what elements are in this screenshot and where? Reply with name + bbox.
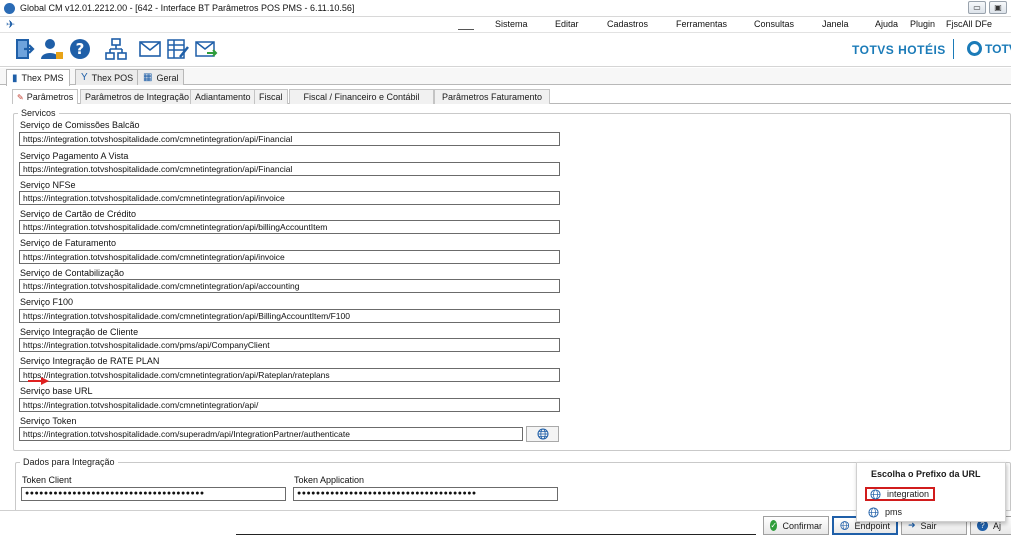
- endpoint-label: Endpoint: [854, 520, 890, 531]
- subtab-label: Parâmetros: [26, 92, 74, 102]
- restore-window-button[interactable]: ▭: [968, 1, 986, 14]
- field-nfse[interactable]: https://integration.totvshospitalidade.c…: [19, 191, 560, 205]
- brand-separator: [953, 39, 954, 59]
- field-comissoes-balcao[interactable]: https://integration.totvshospitalidade.c…: [19, 132, 560, 146]
- menu-sistema[interactable]: Sistema: [495, 19, 528, 29]
- sub-tabs: ✎ Parâmetros Parâmetros de Integração Ad…: [12, 89, 1011, 104]
- app-icon: [4, 3, 15, 14]
- svg-text:?: ?: [75, 40, 84, 58]
- field-label-cartao-credito: Serviço de Cartão de Crédito: [20, 209, 137, 219]
- field-rate-plan[interactable]: https://integration.totvshospitalidade.c…: [19, 368, 560, 382]
- field-label-token: Serviço Token: [20, 416, 77, 426]
- field-label-nfse: Serviço NFSe: [20, 180, 76, 190]
- globe-icon: [840, 521, 850, 530]
- menu-ajuda[interactable]: Ajuda: [875, 19, 898, 29]
- minimize-child-button[interactable]: [458, 20, 474, 30]
- menu-consultas[interactable]: Consultas: [754, 19, 794, 29]
- help-label: Aj: [993, 520, 1002, 531]
- tab-label: Thex POS: [91, 72, 134, 83]
- totvs-ring-icon: [967, 41, 982, 56]
- window-title: Global CM v12.01.2212.00 - [642 - Interf…: [20, 3, 355, 13]
- subtab-parametros-integracao[interactable]: Parâmetros de Integração: [80, 89, 195, 104]
- subtab-fiscal-financeiro-contabil[interactable]: Fiscal / Financeiro e Contábil: [289, 89, 434, 104]
- subtab-fiscal[interactable]: Fiscal: [254, 89, 288, 104]
- menu-fjscall-dfe[interactable]: FjscAll DFe: [946, 19, 992, 29]
- mail-icon[interactable]: [137, 36, 162, 62]
- token-globe-button[interactable]: [526, 426, 559, 442]
- menu-editar[interactable]: Editar: [555, 19, 579, 29]
- confirm-label: Confirmar: [782, 520, 822, 531]
- confirm-button[interactable]: ✓ Confirmar: [763, 516, 829, 535]
- token-application-label: Token Application: [294, 475, 365, 485]
- divider-line: [236, 534, 756, 535]
- field-token[interactable]: https://integration.totvshospitalidade.c…: [19, 427, 523, 441]
- exit-label: Sair: [920, 520, 937, 531]
- menu-cadastros[interactable]: Cadastros: [607, 19, 648, 29]
- mail-send-icon[interactable]: [193, 36, 218, 62]
- exit-door-icon[interactable]: [11, 36, 36, 62]
- subtab-parametros-faturamento[interactable]: Parâmetros Faturamento: [434, 89, 550, 104]
- pms-icon: ▮: [12, 72, 18, 84]
- field-label-contabilizacao: Serviço de Contabilização: [20, 268, 125, 278]
- pin-icon[interactable]: ✈: [6, 18, 15, 31]
- globe-icon: [868, 506, 879, 518]
- main-tabs: ▮ Thex PMS Y Thex POS ▦ Geral: [0, 68, 1011, 86]
- pos-icon: Y: [81, 72, 88, 83]
- field-faturamento[interactable]: https://integration.totvshospitalidade.c…: [19, 250, 560, 264]
- field-integracao-cliente[interactable]: https://integration.totvshospitalidade.c…: [19, 338, 560, 352]
- prefix-option-pms[interactable]: pms: [865, 505, 935, 519]
- field-cartao-credito[interactable]: https://integration.totvshospitalidade.c…: [19, 220, 560, 234]
- popup-title: Escolha o Prefixo da URL: [871, 469, 981, 479]
- globe-icon: [537, 428, 548, 440]
- org-chart-icon[interactable]: [103, 36, 128, 62]
- red-arrow-icon: [28, 377, 49, 385]
- services-legend: Servicos: [18, 108, 59, 118]
- subtab-parametros[interactable]: ✎ Parâmetros: [12, 89, 79, 104]
- integration-legend: Dados para Integração: [20, 457, 118, 467]
- field-label-comissoes-balcao: Serviço de Comissões Balcão: [20, 120, 140, 130]
- option-label: integration: [887, 489, 930, 499]
- field-label-faturamento: Serviço de Faturamento: [20, 238, 117, 248]
- field-label-f100: Serviço F100: [20, 297, 74, 307]
- field-base-url[interactable]: https://integration.totvshospitalidade.c…: [19, 398, 560, 412]
- help-icon[interactable]: ?: [67, 36, 92, 62]
- field-label-pagamento-vista: Serviço Pagamento A Vista: [20, 151, 129, 161]
- check-icon: ✓: [770, 520, 778, 531]
- spreadsheet-edit-icon[interactable]: [165, 36, 190, 62]
- maximize-window-button[interactable]: ▣: [989, 1, 1007, 14]
- token-client-label: Token Client: [22, 475, 72, 485]
- field-pagamento-vista[interactable]: https://integration.totvshospitalidade.c…: [19, 162, 560, 176]
- config-icon: ▦: [143, 72, 153, 83]
- prefix-option-integration[interactable]: integration: [865, 487, 935, 501]
- brand-logo: TOTVS HOTÉIS: [852, 43, 946, 57]
- menu-ferramentas[interactable]: Ferramentas: [676, 19, 727, 29]
- field-label-rate-plan: Serviço Integração de RATE PLAN: [20, 356, 160, 366]
- tab-label: Geral: [156, 72, 179, 83]
- option-label: pms: [885, 507, 903, 517]
- tab-geral[interactable]: ▦ Geral: [137, 69, 185, 85]
- parameters-icon: ✎: [17, 92, 24, 102]
- field-label-base-url: Serviço base URL: [20, 386, 93, 396]
- title-bar: Global CM v12.01.2212.00 - [642 - Interf…: [0, 0, 1011, 17]
- field-contabilizacao[interactable]: https://integration.totvshospitalidade.c…: [19, 279, 560, 293]
- menu-bar: ✈ Sistema Editar Cadastros Ferramentas C…: [0, 17, 1011, 33]
- url-prefix-popup: Escolha o Prefixo da URL integration pms: [856, 462, 1006, 522]
- tab-label: Thex PMS: [21, 73, 64, 83]
- subtab-adiantamento[interactable]: Adiantamento: [190, 89, 256, 104]
- tab-thex-pms[interactable]: ▮ Thex PMS: [6, 69, 70, 86]
- brand-secondary-text: TOTV: [985, 41, 1011, 56]
- globe-icon: [870, 488, 881, 500]
- user-icon[interactable]: [39, 36, 64, 62]
- token-application-field[interactable]: ●●●●●●●●●●●●●●●●●●●●●●●●●●●●●●●●●●●●●●: [293, 487, 558, 501]
- brand-logo-secondary: TOTV: [967, 41, 1011, 56]
- field-label-integracao-cliente: Serviço Integração de Cliente: [20, 327, 139, 337]
- menu-janela[interactable]: Janela: [822, 19, 849, 29]
- menu-plugin[interactable]: Plugin: [910, 19, 935, 29]
- tab-thex-pos[interactable]: Y Thex POS: [75, 69, 140, 85]
- toolbar: ? TOTVS HOTÉIS TOTV: [0, 33, 1011, 67]
- field-f100[interactable]: https://integration.totvshospitalidade.c…: [19, 309, 560, 323]
- token-client-field[interactable]: ●●●●●●●●●●●●●●●●●●●●●●●●●●●●●●●●●●●●●●: [21, 487, 286, 501]
